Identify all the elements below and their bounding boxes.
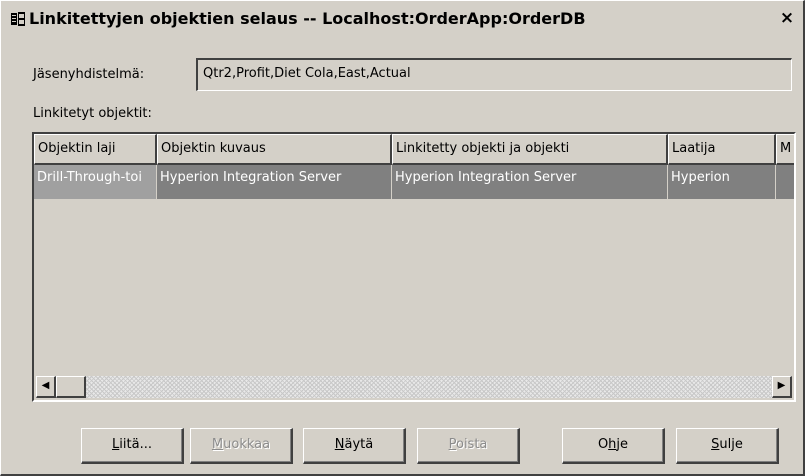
delete-button[interactable]: Poista [417,428,520,464]
cell-object-description: Hyperion Integration Server [157,165,392,199]
edit-button[interactable]: Muokkaa [190,428,293,464]
linked-objects-label: Linkitetyt objektit: [33,106,152,121]
column-header-m[interactable]: M [776,134,794,165]
table-row[interactable]: Drill-Through-toi Hyperion Integration S… [34,165,794,199]
close-button[interactable]: × [776,8,798,30]
column-header-object-description[interactable]: Objektin kuvaus [157,134,392,165]
title-bar[interactable]: Linkitettyjen objektien selaus -- Localh… [5,5,800,33]
linked-objects-dialog: Linkitettyjen objektien selaus -- Localh… [0,0,805,476]
linked-objects-list[interactable]: Objektin laji Objektin kuvaus Linkitetty… [32,132,796,402]
scroll-left-button[interactable]: ◀ [36,376,56,398]
help-button[interactable]: Ohje [562,428,665,464]
cell-linked-object: Hyperion Integration Server [392,165,668,199]
member-combination-label: Jäsenyhdistelmä: [33,67,145,82]
column-header-linked-object[interactable]: Linkitetty objekti ja objekti [392,134,668,165]
attach-button[interactable]: Liitä... [81,428,184,464]
cell-m [776,165,794,199]
linked-objects-icon [11,12,25,26]
close-icon: × [779,8,795,28]
cell-object-type: Drill-Through-toi [34,165,157,199]
arrow-right-icon: ▶ [777,380,786,391]
column-header-author[interactable]: Laatija [668,134,776,165]
show-button[interactable]: Näytä [303,428,406,464]
scroll-right-button[interactable]: ▶ [772,376,792,398]
scroll-thumb[interactable] [56,376,86,398]
member-combination-field[interactable]: Qtr2,Profit,Diet Cola,East,Actual [196,58,792,91]
list-header: Objektin laji Objektin kuvaus Linkitetty… [34,134,794,165]
cell-author: Hyperion [668,165,776,199]
arrow-left-icon: ◀ [41,380,50,391]
window-title: Linkitettyjen objektien selaus -- Localh… [29,9,586,28]
horizontal-scrollbar[interactable]: ◀ ▶ [36,376,792,398]
column-header-object-type[interactable]: Objektin laji [34,134,157,165]
close-dialog-button[interactable]: Sulje [676,428,779,464]
